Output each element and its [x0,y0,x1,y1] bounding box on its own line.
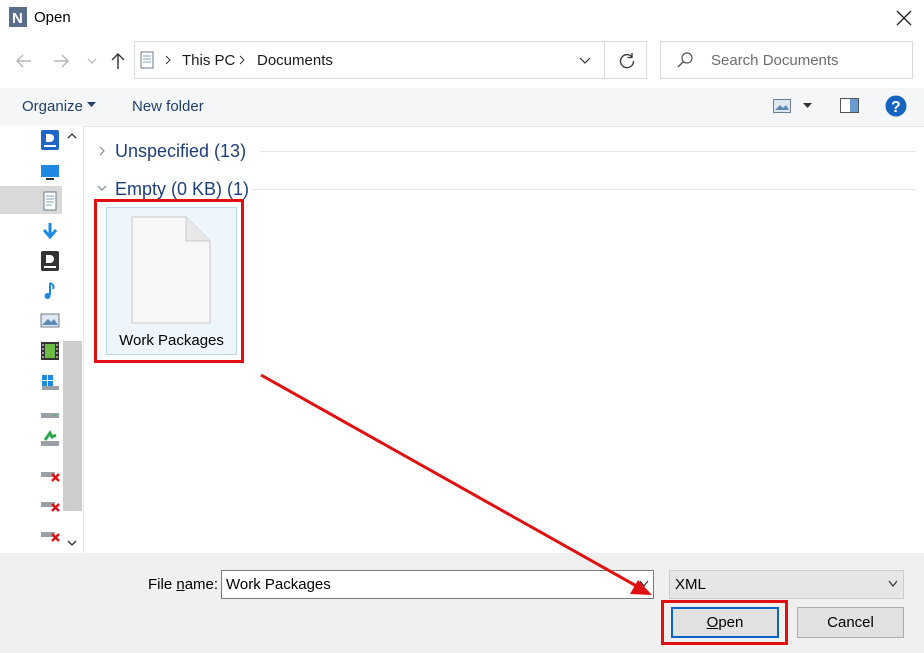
svg-text:N: N [12,10,23,27]
view-dropdown-icon[interactable] [803,103,812,109]
documents-icon[interactable] [40,191,60,211]
highlight-box-file [94,199,244,363]
videos-icon[interactable] [40,341,60,361]
file-name-label: File name: [148,576,219,593]
new-folder-button[interactable]: New folder [132,98,204,115]
title-bar [0,0,924,36]
file-name-dropdown-icon[interactable] [637,578,651,590]
window-title: Open [34,9,71,26]
scroll-up-icon[interactable] [66,131,78,141]
windows-drive-icon[interactable] [40,373,60,393]
disconnected-drive-icon[interactable] [40,525,60,545]
desktop-icon[interactable] [40,162,60,182]
recent-dropdown-icon[interactable] [84,50,100,72]
organize-button[interactable]: Organize [22,98,83,115]
scroll-down-icon[interactable] [66,538,78,548]
chevron-right-icon [165,55,171,65]
disconnected-drive-icon[interactable] [40,495,60,515]
chevron-right-icon[interactable] [96,144,108,158]
refresh-icon[interactable] [616,50,638,72]
preview-pane-icon[interactable] [840,98,859,113]
close-icon[interactable] [892,6,916,30]
file-type-value: XML [675,576,706,593]
back-arrow-icon[interactable] [13,50,35,72]
up-arrow-icon[interactable] [107,50,129,72]
local-drive-icon[interactable] [40,405,60,425]
view-icon[interactable] [773,99,791,113]
group-divider [252,189,916,190]
address-divider [604,41,605,79]
disconnected-drive-icon[interactable] [40,465,60,485]
search-icon [677,52,693,68]
address-dropdown-icon[interactable] [577,53,593,67]
downloads-icon[interactable] [40,221,60,241]
chevron-right-icon [239,55,245,65]
music-icon[interactable] [40,281,60,301]
document-drive-icon[interactable] [40,130,60,150]
cancel-button-label: Cancel [827,614,874,631]
pictures-icon[interactable] [40,311,60,331]
breadcrumb-documents[interactable]: Documents [257,52,333,69]
file-name-value: Work Packages [226,576,331,593]
group-header-unspecified[interactable]: Unspecified (13) [115,141,246,162]
folder-location-icon [140,51,154,69]
drive-d-icon[interactable] [40,251,60,271]
search-placeholder: Search Documents [711,52,839,69]
chevron-down-icon[interactable] [886,578,900,590]
forward-arrow-icon[interactable] [50,50,72,72]
group-divider [260,151,916,152]
highlight-box-open [661,600,788,645]
breadcrumb-this-pc[interactable]: This PC [182,52,235,69]
organize-dropdown-icon [87,102,96,107]
chevron-down-icon[interactable] [95,183,109,193]
onenote-app-icon: N [9,7,27,27]
svg-text:?: ? [891,99,901,116]
help-icon[interactable]: ? [885,95,907,117]
network-drive-icon[interactable] [40,430,60,450]
nav-scrollbar-thumb[interactable] [63,341,82,511]
group-header-empty[interactable]: Empty (0 KB) (1) [115,179,249,200]
